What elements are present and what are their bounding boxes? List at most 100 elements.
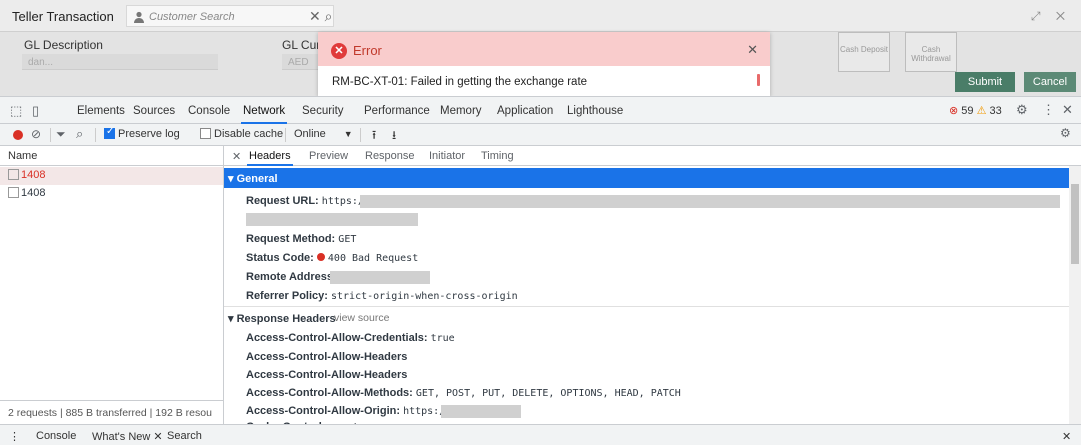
gl-description-label: GL Description — [24, 38, 103, 52]
response-header-row: Access-Control-Allow-Headers — [246, 351, 407, 363]
gl-description-field[interactable]: dan... — [22, 54, 218, 70]
tab-sources[interactable]: Sources — [133, 105, 175, 117]
close-detail-icon[interactable]: ✕ — [232, 150, 241, 163]
request-detail-pane: ✕ Headers Preview Response Initiator Tim… — [224, 146, 1081, 424]
error-count-icon: ⊗ — [949, 105, 959, 117]
toolbar-separator — [360, 128, 361, 142]
search-icon[interactable]: ⌕ — [76, 126, 83, 142]
detail-scrollbar-thumb[interactable] — [1071, 184, 1079, 264]
header-key: Access-Control-Allow-Headers — [246, 351, 408, 363]
gear-icon[interactable]: ⚙ — [1016, 102, 1028, 118]
header-value: GET, POST, PUT, DELETE, OPTIONS, HEAD, P… — [415, 388, 681, 399]
customer-search-field[interactable]: Customer Search ✕ ⌕ — [126, 5, 334, 27]
preserve-log-checkbox[interactable]: Preserve log — [104, 126, 180, 140]
redacted-block — [360, 195, 1060, 208]
request-method-value: GET — [338, 234, 357, 245]
throttle-select[interactable]: Online ▼ — [294, 128, 353, 140]
name-column-header[interactable]: Name — [0, 146, 223, 166]
person-icon — [134, 11, 144, 23]
document-icon — [8, 169, 19, 180]
request-row[interactable]: 1408 — [0, 167, 223, 185]
teller-app: Teller Transaction Customer Search ✕ ⌕ ⤢… — [0, 0, 1081, 96]
drawer-tab-search[interactable]: Search — [167, 430, 202, 442]
header-value: true — [430, 333, 455, 344]
status-code-row: Status Code: 400 Bad Request — [246, 252, 418, 264]
referrer-policy-key: Referrer Policy: — [246, 290, 328, 302]
header-key: Access-Control-Allow-Methods: — [246, 387, 413, 399]
device-toolbar-icon[interactable]: ▯ — [32, 103, 39, 119]
tab-network[interactable]: Network — [240, 105, 288, 124]
expand-close-icons[interactable]: ⤢ ✕ — [1031, 9, 1071, 24]
request-row[interactable]: 1408 — [0, 185, 223, 203]
tab-timing[interactable]: Timing — [481, 150, 514, 162]
warning-count: 33 — [989, 105, 1002, 117]
issue-counts[interactable]: ⊗ 59 ⚠ 33 — [949, 104, 1002, 117]
tile-cash-withdrawal[interactable]: Cash Withdrawal — [905, 32, 957, 72]
cancel-button[interactable]: Cancel — [1024, 72, 1076, 92]
request-url-key: Request URL: — [246, 195, 319, 207]
close-devtools-icon[interactable]: ✕ — [1062, 102, 1073, 118]
general-section-header[interactable]: ▾ General — [224, 168, 1069, 188]
clear-icon[interactable]: ⊘ — [31, 127, 41, 141]
tab-preview[interactable]: Preview — [309, 150, 348, 162]
tab-console[interactable]: Console — [188, 105, 230, 117]
header-key: Access-Control-Allow-Headers — [246, 369, 408, 381]
inspect-element-icon[interactable]: ⬚ — [10, 103, 22, 119]
tab-performance[interactable]: Performance — [364, 105, 430, 117]
toolbar-separator — [95, 128, 96, 142]
chevron-down-icon: ▼ — [343, 129, 353, 139]
checkbox-checked-icon — [104, 126, 115, 139]
header-key: Access-Control-Allow-Credentials: — [246, 332, 428, 344]
tab-memory[interactable]: Memory — [440, 105, 482, 117]
filter-icon[interactable]: ⏷ — [56, 127, 66, 142]
drawer-tab-console[interactable]: Console — [36, 430, 76, 442]
tab-response[interactable]: Response — [365, 150, 415, 162]
tab-security[interactable]: Security — [302, 105, 344, 117]
status-error-dot-icon — [316, 253, 325, 261]
gl-currency-field[interactable]: AED — [282, 54, 318, 70]
drawer-menu-icon[interactable]: ⋮ — [9, 430, 20, 443]
request-url-row: Request URL: https:// — [246, 195, 370, 207]
network-toolbar: ⊘ ⏷ ⌕ Preserve log Disable cache Online ▼… — [0, 124, 1081, 146]
close-icon[interactable]: ✕ — [747, 42, 758, 58]
throttle-value: Online — [294, 128, 326, 140]
record-icon[interactable] — [13, 130, 23, 140]
drawer-tab-whats-new-label: What's New — [92, 431, 151, 443]
disable-cache-checkbox[interactable]: Disable cache — [200, 128, 283, 140]
redacted-block — [246, 213, 418, 226]
detail-tab-bar: ✕ Headers Preview Response Initiator Tim… — [224, 146, 1081, 166]
request-method-key: Request Method: — [246, 233, 336, 245]
response-headers-section-header[interactable]: ▾ Response Headers — [228, 312, 336, 325]
export-har-icon[interactable]: ⭳ — [392, 126, 396, 147]
close-tab-icon[interactable]: ✕ — [153, 431, 162, 443]
submit-button[interactable]: Submit — [955, 72, 1015, 92]
error-message: RM-BC-XT-01: Failed in getting the excha… — [332, 76, 588, 88]
header-key: Access-Control-Allow-Origin: — [246, 405, 401, 417]
tab-application[interactable]: Application — [497, 105, 553, 117]
warning-count-icon: ⚠ — [976, 105, 987, 117]
error-x-icon: ✕ — [331, 43, 347, 59]
tab-initiator[interactable]: Initiator — [429, 150, 465, 162]
error-dialog: ✕ Error ✕ RM-BC-XT-01: Failed in getting… — [318, 32, 770, 96]
view-source-link[interactable]: view source — [334, 312, 389, 324]
redacted-block — [330, 271, 430, 284]
status-code-value: 400 Bad Request — [327, 253, 419, 264]
devtools-tab-bar: ⬚ ▯ Elements Sources Console Network Sec… — [0, 97, 1081, 124]
kebab-menu-icon[interactable]: ⋮ — [1042, 102, 1055, 118]
tile-cash-deposit[interactable]: Cash Deposit — [838, 32, 890, 72]
referrer-policy-value: strict-origin-when-cross-origin — [331, 291, 518, 302]
tab-lighthouse[interactable]: Lighthouse — [567, 105, 623, 117]
tab-headers[interactable]: Headers — [247, 150, 293, 166]
close-drawer-icon[interactable]: ✕ — [1062, 430, 1071, 443]
request-list: Name 1408 1408 2 requests | 885 B transf… — [0, 146, 224, 424]
toolbar-separator — [50, 128, 51, 142]
clear-search-icon[interactable]: ✕ ⌕ — [309, 8, 332, 25]
tab-elements[interactable]: Elements — [77, 105, 125, 117]
import-har-icon[interactable]: ⭱ — [372, 126, 376, 147]
app-header: Teller Transaction Customer Search ✕ ⌕ ⤢… — [0, 0, 1081, 32]
network-settings-gear-icon[interactable]: ⚙ — [1060, 126, 1071, 140]
devtools-panel: ⬚ ▯ Elements Sources Console Network Sec… — [0, 96, 1081, 445]
response-header-row: Access-Control-Allow-Credentials: true — [246, 332, 455, 344]
section-divider — [224, 306, 1069, 307]
drawer-tab-whats-new[interactable]: What's New ✕ — [92, 430, 163, 443]
